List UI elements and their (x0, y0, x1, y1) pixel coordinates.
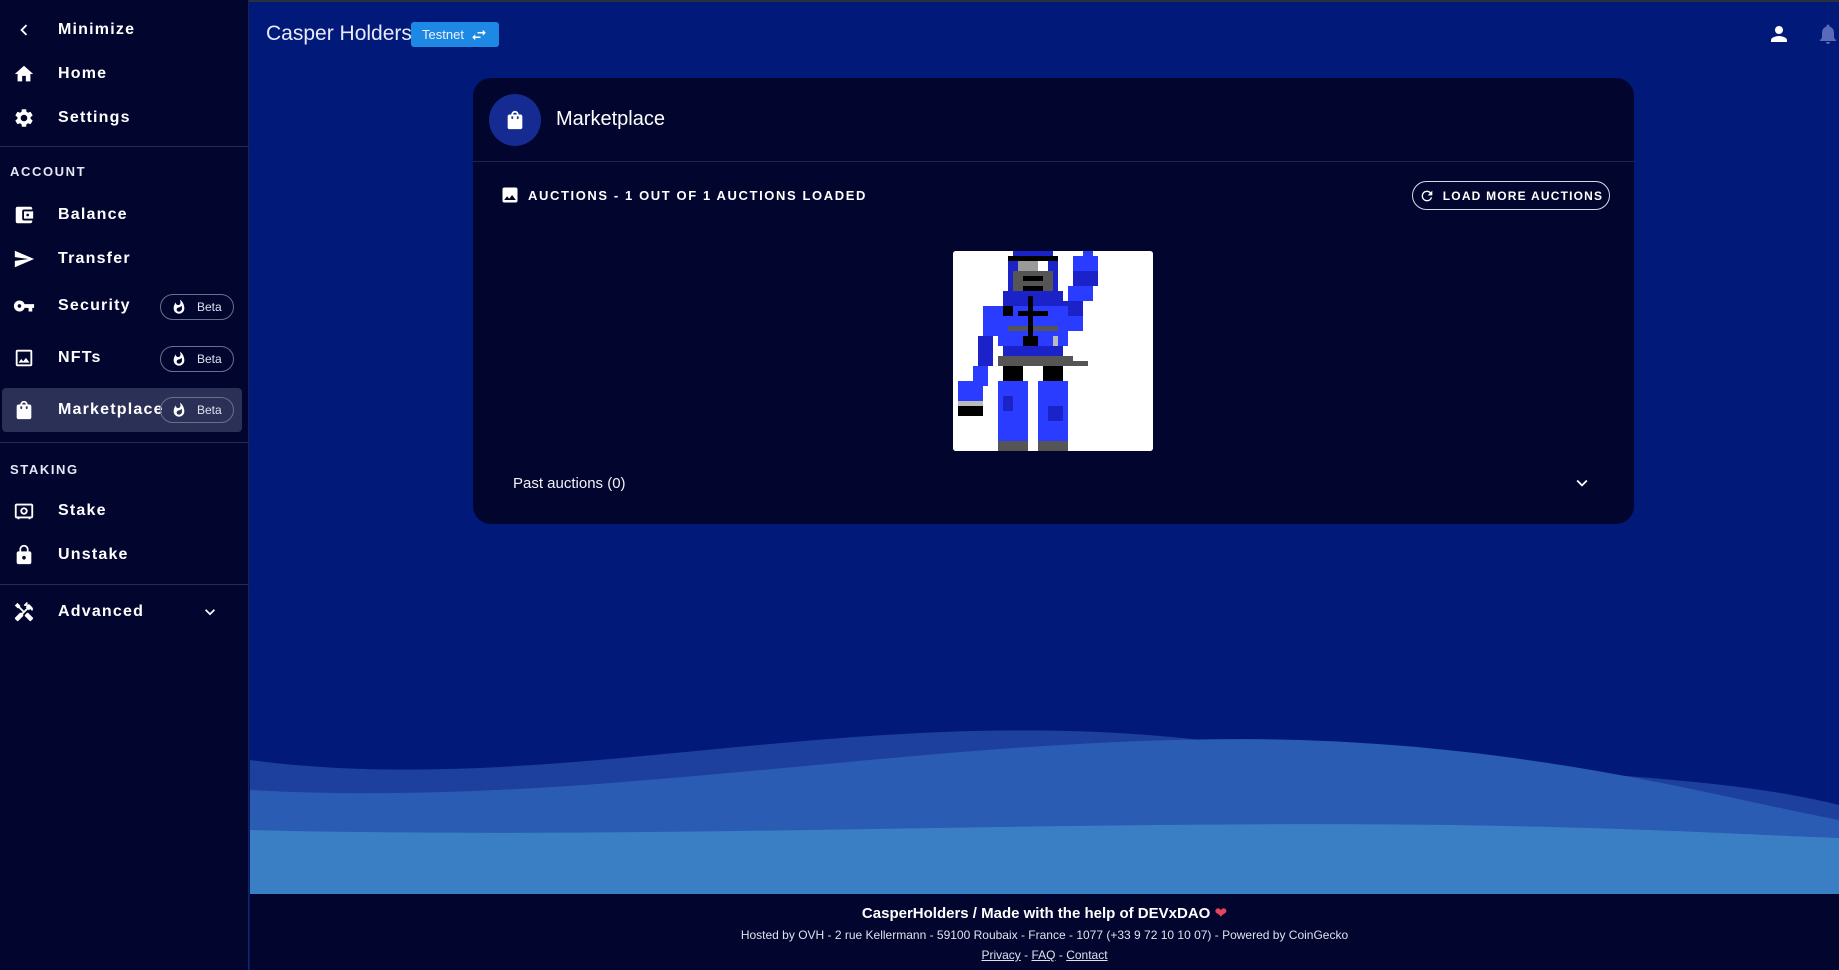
contact-link[interactable]: Contact (1066, 948, 1107, 962)
sidebar-item-label: Unstake (58, 546, 129, 563)
sidebar-item-stake[interactable]: Stake (2, 489, 242, 533)
footer-hosting-info: Hosted by OVH - 2 rue Kellermann - 59100… (740, 928, 1349, 942)
refresh-icon (1421, 190, 1433, 201)
fire-icon (173, 299, 185, 314)
sidebar-item-home[interactable]: Home (2, 52, 242, 96)
section-label-staking: STAKING (10, 462, 79, 477)
card-title: Marketplace (556, 108, 665, 130)
beta-badge: Beta (160, 346, 234, 372)
sidebar-item-label: Advanced (58, 603, 145, 620)
sidebar-divider (0, 584, 249, 585)
sidebar-item-label: Home (58, 65, 108, 82)
footer: CasperHolders / Made with the help of DE… (250, 894, 1839, 970)
sidebar-item-label: Stake (58, 502, 107, 519)
pixel-robot-image (953, 251, 1153, 451)
top-border (0, 0, 1839, 2)
card-divider (473, 161, 1634, 162)
image-icon (500, 185, 520, 205)
marketplace-card: Marketplace AUCTIONS - 1 OUT OF 1 AUCTIO… (473, 78, 1634, 524)
beta-badge: Beta (160, 294, 234, 320)
network-switch-button[interactable]: Testnet (411, 22, 499, 47)
faq-link[interactable]: FAQ (1031, 948, 1055, 962)
swap-arrows-icon (472, 29, 486, 40)
safe-icon (12, 499, 36, 523)
sidebar-item-label: Security (58, 297, 131, 314)
key-icon (12, 294, 36, 318)
sidebar-item-label: NFTs (58, 349, 102, 366)
privacy-link[interactable]: Privacy (981, 948, 1020, 962)
nft-frame-icon (12, 346, 36, 370)
beta-label: Beta (197, 403, 222, 417)
bell-icon[interactable] (1816, 22, 1839, 46)
shopping-bag-icon (489, 94, 541, 146)
beta-label: Beta (197, 352, 222, 366)
tools-icon (12, 600, 36, 624)
sidebar-item-label: Settings (58, 109, 131, 126)
gear-icon (12, 106, 36, 130)
load-more-auctions-button[interactable]: LOAD MORE AUCTIONS (1412, 181, 1610, 210)
nft-auction-image[interactable] (953, 251, 1153, 451)
load-more-label: LOAD MORE AUCTIONS (1442, 188, 1604, 203)
fire-icon (173, 402, 185, 417)
app-title: Casper Holders (266, 22, 412, 45)
section-label-account: ACCOUNT (10, 164, 87, 179)
account-icon[interactable] (1767, 22, 1791, 46)
wallet-icon (12, 203, 36, 227)
sidebar-item-transfer[interactable]: Transfer (2, 237, 242, 281)
chevron-down-icon[interactable] (1571, 472, 1593, 494)
sidebar-item-minimize[interactable]: Minimize (2, 8, 242, 52)
lock-icon (12, 543, 36, 567)
beta-label: Beta (197, 300, 222, 314)
sidebar: Minimize Home Settings ACCOUNT Balance T… (0, 0, 249, 970)
auctions-status: AUCTIONS - 1 OUT OF 1 AUCTIONS LOADED (528, 188, 867, 203)
heart-icon: ❤ (1214, 905, 1228, 922)
shopping-bag-icon (12, 398, 36, 422)
home-icon (12, 62, 36, 86)
sidebar-item-label: Balance (58, 206, 128, 223)
beta-badge: Beta (160, 397, 234, 423)
chevron-down-icon[interactable] (200, 602, 220, 622)
past-auctions-toggle[interactable]: Past auctions (0) (513, 475, 626, 492)
network-badge-label: Testnet (422, 27, 464, 42)
fire-icon (173, 351, 185, 366)
sidebar-item-label: Transfer (58, 250, 131, 267)
send-icon (12, 247, 36, 271)
sidebar-divider (0, 442, 249, 443)
sidebar-item-balance[interactable]: Balance (2, 193, 242, 237)
sidebar-item-label: Minimize (58, 21, 136, 38)
sidebar-divider (0, 146, 249, 147)
sidebar-item-unstake[interactable]: Unstake (2, 533, 242, 577)
footer-title: CasperHolders / Made with the help of DE… (250, 904, 1839, 922)
sidebar-item-label: Marketplace (58, 401, 164, 418)
footer-title-text: CasperHolders / Made with the help of DE… (861, 905, 1211, 922)
wave-decoration (250, 730, 1839, 895)
footer-links: Privacy - FAQ - Contact (250, 948, 1839, 962)
sidebar-item-settings[interactable]: Settings (2, 96, 242, 140)
chevron-left-icon (12, 18, 36, 42)
